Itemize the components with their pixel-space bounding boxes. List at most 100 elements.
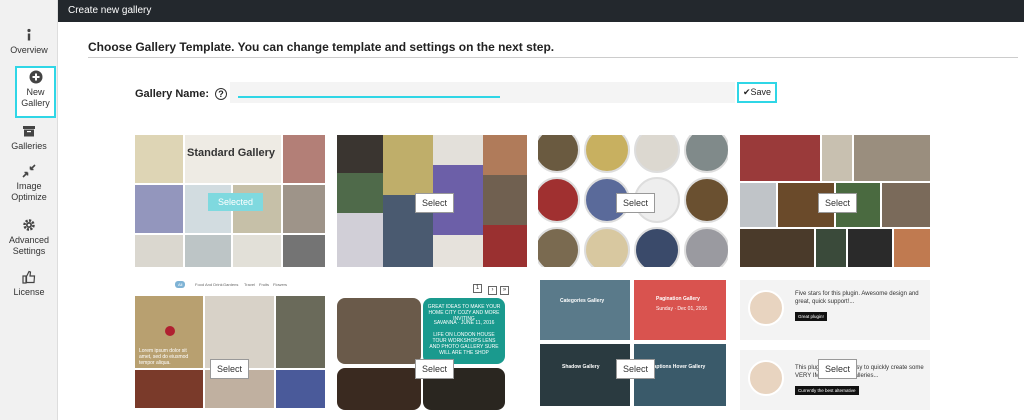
thumbnail xyxy=(337,368,421,410)
main-panel: Choose Gallery Template. You can change … xyxy=(58,22,1024,420)
filter-tab[interactable]: Gardens xyxy=(223,282,238,287)
filter-tab[interactable]: Flowers xyxy=(273,282,287,287)
select-button[interactable]: Select xyxy=(818,359,858,379)
caption-pagination: Pagination Gallery xyxy=(656,296,700,302)
thumbnail xyxy=(538,227,580,267)
gallery-name-label: Gallery Name: ? xyxy=(135,88,228,100)
thumbnail xyxy=(684,227,728,267)
thumbnail xyxy=(540,280,630,340)
template-masonry[interactable]: Select xyxy=(337,135,527,267)
thumbnail xyxy=(740,229,814,267)
thumbnail xyxy=(684,135,728,173)
thumbnail xyxy=(383,135,433,195)
divider xyxy=(88,57,1018,58)
thumbnail xyxy=(205,296,274,368)
review-button[interactable]: Great plugin! xyxy=(795,312,827,321)
thumbnail xyxy=(816,229,846,267)
sidebar-item-label: Galleries xyxy=(11,141,47,151)
select-button[interactable]: Select xyxy=(818,193,858,213)
caption-shadow: Shadow Gallery xyxy=(562,364,600,370)
thumbnail xyxy=(854,135,930,181)
template-justified[interactable]: Select xyxy=(740,135,930,267)
thumbnail xyxy=(135,370,203,408)
thumbnail xyxy=(684,177,728,223)
template-tabs[interactable]: All Food And Drink Gardens Travel Fruits… xyxy=(135,278,325,420)
check-icon: ✔ xyxy=(742,87,751,97)
thumbnail xyxy=(483,135,527,175)
thumbnail xyxy=(822,135,852,181)
select-button[interactable]: Select xyxy=(415,359,455,379)
caption-categories: Categories Gallery xyxy=(560,298,605,304)
thumbnail xyxy=(483,175,527,225)
pager-next[interactable]: › xyxy=(488,286,497,295)
save-button[interactable]: ✔Save xyxy=(737,82,777,103)
select-button[interactable]: Select xyxy=(616,359,656,379)
filter-tab[interactable]: Food And Drink xyxy=(195,282,223,287)
review-button[interactable]: Currently the best alternative xyxy=(795,386,859,395)
sidebar-item-label: Advanced Settings xyxy=(8,235,50,256)
card-text: LIFE ON LONDON HOUSE TOUR WORKSHOPS LENS… xyxy=(429,332,499,356)
template-standard[interactable]: Standard Gallery Selected xyxy=(135,135,325,267)
caption-date: Sunday · Dec 01, 2016 xyxy=(656,306,708,312)
gallery-name-label-text: Gallery Name: xyxy=(135,88,209,100)
archive-icon xyxy=(23,126,35,137)
select-button[interactable]: Select xyxy=(415,193,455,213)
sidebar-item-advanced-settings[interactable]: Advanced Settings xyxy=(0,218,58,257)
thumbnail xyxy=(634,227,680,267)
thumbnail xyxy=(337,298,421,364)
template-title: Standard Gallery xyxy=(187,147,276,159)
thumbnail xyxy=(634,135,680,173)
thumbnail xyxy=(337,135,383,173)
sidebar-item-license[interactable]: License xyxy=(0,270,58,298)
window-title: Create new gallery xyxy=(68,5,152,16)
thumbnail xyxy=(538,177,580,223)
play-icon xyxy=(165,326,175,336)
plus-circle-icon xyxy=(29,70,42,84)
thumbs-up-icon xyxy=(22,270,36,284)
card-date: SAVANNA · JUNE 11, 2016 xyxy=(433,320,495,326)
gallery-name-input[interactable] xyxy=(230,82,735,103)
select-button[interactable]: Select xyxy=(616,193,656,213)
page-heading: Choose Gallery Template. You can change … xyxy=(88,40,555,54)
pager-last[interactable]: » xyxy=(500,286,509,295)
thumbnail xyxy=(538,135,580,173)
pager-page[interactable]: 1 xyxy=(473,284,482,293)
thumbnail xyxy=(433,135,483,165)
template-circles[interactable]: Select xyxy=(538,135,728,267)
sidebar-item-label: New Gallery xyxy=(21,87,50,108)
caption-captions-hover: Captions Hover Gallery xyxy=(650,364,706,370)
sidebar-item-image-optimize[interactable]: Image Optimize xyxy=(0,164,58,203)
thumbnail xyxy=(740,183,776,227)
template-captions[interactable]: Categories Gallery Pagination Gallery Su… xyxy=(538,278,728,420)
avatar xyxy=(748,360,784,396)
filter-tab-all[interactable]: All xyxy=(175,281,186,288)
template-pagination[interactable]: 1 › » GREAT IDEAS TO MAKE YOUR HOME CITY… xyxy=(337,278,527,420)
sidebar-item-label: Overview xyxy=(10,45,48,55)
info-icon xyxy=(27,28,31,41)
sidebar-item-overview[interactable]: Overview xyxy=(0,28,58,56)
save-button-label: Save xyxy=(750,87,772,97)
text-card: GREAT IDEAS TO MAKE YOUR HOME CITY COZY … xyxy=(423,298,505,364)
selected-button[interactable]: Selected xyxy=(208,193,264,211)
template-testimonials[interactable]: Five stars for this plugin. Awesome desi… xyxy=(740,278,930,420)
thumbnail xyxy=(483,225,527,267)
sidebar: Overview New Gallery Galleries Image Opt… xyxy=(0,0,58,420)
thumbnail xyxy=(433,235,483,267)
help-icon[interactable]: ? xyxy=(215,88,228,100)
thumbnail xyxy=(740,135,820,181)
thumbnail xyxy=(584,227,630,267)
compress-icon xyxy=(22,164,36,178)
thumbnail xyxy=(337,173,383,213)
select-button[interactable]: Select xyxy=(210,359,250,379)
sidebar-item-label: Image Optimize xyxy=(11,181,47,202)
filter-tab[interactable]: Travel xyxy=(244,282,255,287)
sidebar-item-label: License xyxy=(13,287,45,297)
thumbnail xyxy=(276,370,325,408)
avatar xyxy=(748,290,784,326)
thumbnail xyxy=(848,229,892,267)
filter-tab[interactable]: Fruits xyxy=(259,282,269,287)
gear-icon xyxy=(23,219,35,231)
thumbnail xyxy=(882,183,930,227)
sidebar-item-galleries[interactable]: Galleries xyxy=(0,124,58,152)
sidebar-item-new-gallery[interactable]: New Gallery xyxy=(15,66,56,118)
